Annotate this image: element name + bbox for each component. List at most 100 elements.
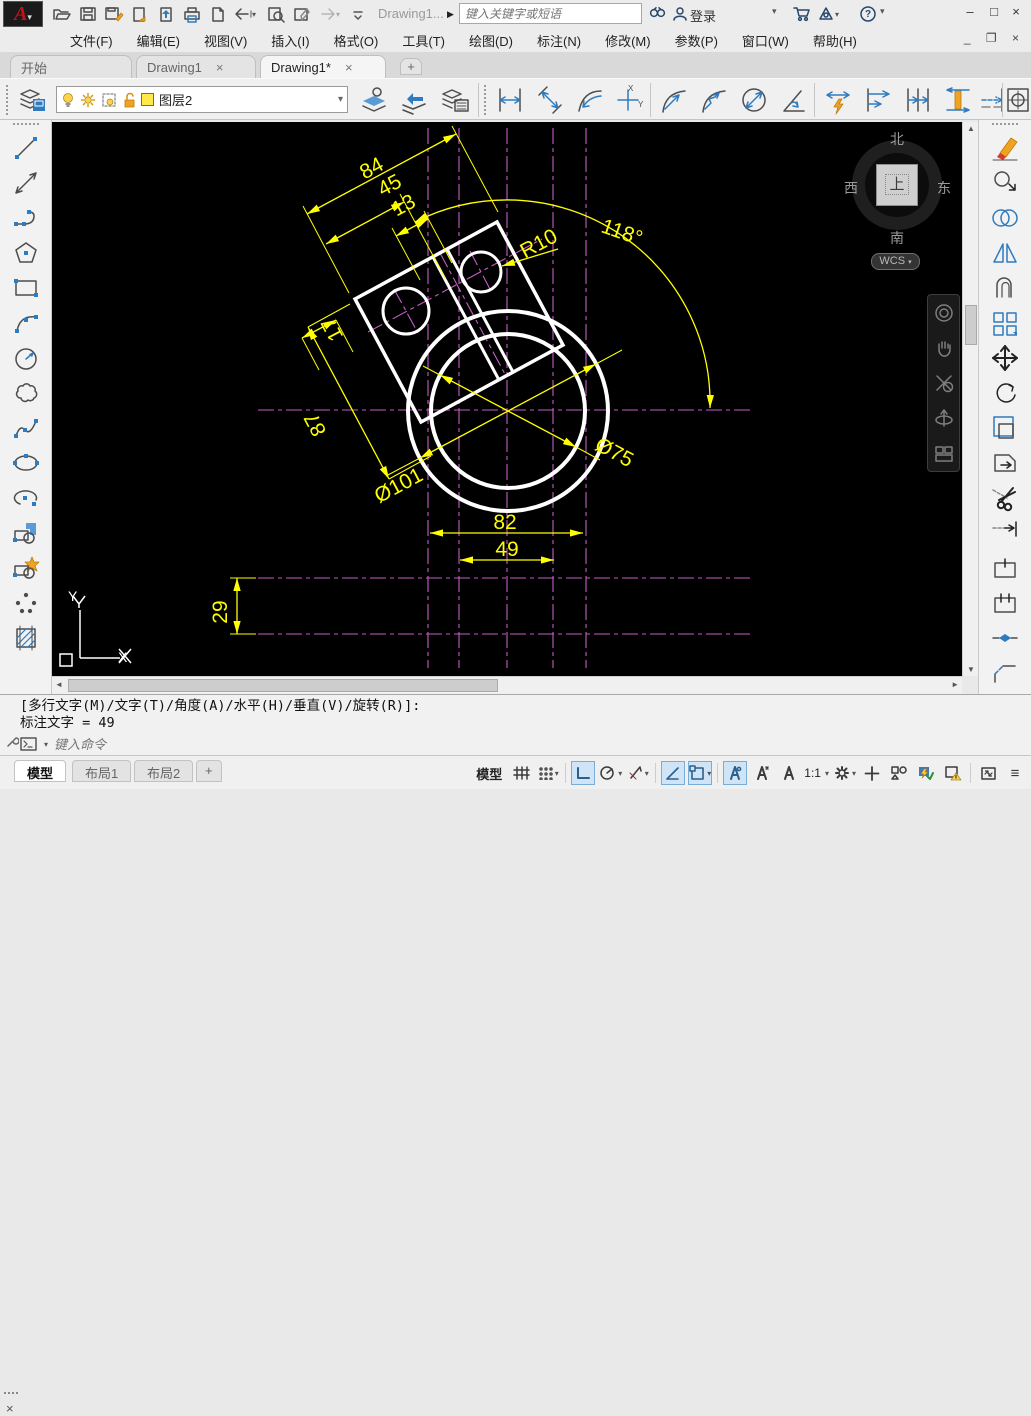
viewcube-south[interactable]: 南 <box>890 228 904 248</box>
new-tab-button[interactable]: + <box>400 58 422 75</box>
scale-tool[interactable] <box>985 411 1025 445</box>
rotate-tool[interactable] <box>985 376 1025 410</box>
toolbar-grip[interactable] <box>992 123 1018 128</box>
dim-continue-button[interactable] <box>900 81 936 119</box>
preview-button[interactable] <box>264 2 288 26</box>
chevron-down-icon[interactable]: ▾ <box>825 769 829 778</box>
export-button[interactable] <box>128 2 152 26</box>
grid-toggle[interactable] <box>509 761 533 785</box>
horizontal-scrollbar[interactable]: ◄ ► <box>52 676 962 694</box>
spline-tool[interactable] <box>6 411 46 445</box>
make-object-layer-current-button[interactable] <box>356 81 392 119</box>
menu-dimension[interactable]: 标注(N) <box>525 28 593 53</box>
user-icon[interactable] <box>668 2 692 26</box>
make-block-tool[interactable] <box>6 551 46 585</box>
app-logo-button[interactable]: A▾ <box>3 1 43 27</box>
arc-tool[interactable] <box>6 306 46 340</box>
menu-edit[interactable]: 编辑(E) <box>125 28 192 53</box>
move-tool[interactable] <box>985 341 1025 375</box>
layer-dropdown[interactable]: 图层2 ▾ <box>56 86 348 113</box>
polar-tracking-toggle[interactable]: ▾ <box>598 761 623 785</box>
a360-icon[interactable]: ▾ <box>816 2 840 26</box>
annotation-scale-icon[interactable] <box>777 761 801 785</box>
vertical-scroll-thumb[interactable] <box>965 305 977 345</box>
navigation-wheel-icon[interactable] <box>933 302 955 324</box>
cart-icon[interactable] <box>790 2 814 26</box>
crosshair-button[interactable] <box>860 761 884 785</box>
print-button[interactable] <box>180 2 204 26</box>
construction-line-tool[interactable] <box>6 166 46 200</box>
dim-radius-button[interactable] <box>656 81 692 119</box>
redo-button[interactable]: ▾ <box>316 2 340 26</box>
customization-menu-button[interactable]: ≡ <box>1003 761 1027 785</box>
wcs-dropdown[interactable]: WCS ▾ <box>871 253 920 270</box>
polygon-tool[interactable] <box>6 236 46 270</box>
break-tool[interactable] <box>985 586 1025 620</box>
mirror-tool[interactable] <box>985 236 1025 270</box>
object-snap-toggle[interactable]: ▾ <box>688 761 712 785</box>
dim-spacing-button[interactable] <box>940 81 976 119</box>
offset-circles-tool[interactable] <box>985 201 1025 235</box>
point-tool[interactable] <box>6 586 46 620</box>
model-tab[interactable]: 模型 <box>14 760 66 782</box>
layer-previous-button[interactable] <box>396 81 432 119</box>
dim-ordinate-button[interactable]: XY <box>612 81 648 119</box>
close-icon[interactable]: × <box>6 1401 14 1416</box>
clean-screen-button[interactable] <box>976 761 1000 785</box>
chevron-down-icon[interactable]: ▾ <box>645 769 649 778</box>
menu-tools[interactable]: 工具(T) <box>390 28 457 53</box>
viewcube-north[interactable]: 北 <box>890 129 904 149</box>
vertical-scrollbar[interactable]: ▲ ▼ <box>962 122 978 676</box>
dim-quick-button[interactable] <box>820 81 856 119</box>
drawing-canvas[interactable]: 84 45 13 R10 118° 17 87 Ø101 Ø75 82 49 2… <box>52 122 962 676</box>
erase-tool[interactable] <box>985 131 1025 165</box>
chevron-down-icon[interactable]: ▾ <box>772 6 777 17</box>
layout1-tab[interactable]: 布局1 <box>72 760 131 782</box>
menu-view[interactable]: 视图(V) <box>192 28 259 53</box>
zoom-extents-icon[interactable] <box>933 372 955 394</box>
horizontal-scroll-thumb[interactable] <box>68 679 498 692</box>
tab-start[interactable]: 开始 <box>10 55 132 78</box>
showmotion-icon[interactable] <box>933 442 955 464</box>
menu-format[interactable]: 格式(O) <box>322 28 391 53</box>
dim-centermark-button[interactable] <box>1005 81 1031 119</box>
viewcube-top-face[interactable]: 上 <box>876 164 918 206</box>
chamfer-tool[interactable] <box>985 656 1025 690</box>
dim-jogged-button[interactable] <box>696 81 732 119</box>
menu-modify[interactable]: 修改(M) <box>593 28 663 53</box>
circle-tool[interactable] <box>6 341 46 375</box>
isodraft-toggle[interactable]: ▾ <box>626 761 650 785</box>
toolbar-grip[interactable] <box>13 123 39 128</box>
ortho-toggle[interactable] <box>571 761 595 785</box>
annotation-scale-value[interactable]: 1:1 <box>804 766 821 780</box>
construction-lines[interactable] <box>258 128 750 668</box>
qat-customize-button[interactable] <box>346 2 370 26</box>
close-icon[interactable]: × <box>345 60 353 75</box>
copy-tool[interactable] <box>985 166 1025 200</box>
play-icon[interactable]: ▶ <box>447 9 454 20</box>
document-window-controls[interactable]: _ ❐ × <box>964 31 1025 45</box>
scroll-up-icon[interactable]: ▲ <box>967 124 975 133</box>
graphics-performance-button[interactable] <box>914 761 938 785</box>
annotation-autoscale-toggle[interactable] <box>750 761 774 785</box>
offset-tool[interactable] <box>985 271 1025 305</box>
viewcube-east[interactable]: 东 <box>937 178 951 198</box>
model-space-toggle[interactable]: 模型 <box>472 764 506 783</box>
markup-button[interactable] <box>290 2 314 26</box>
viewcube[interactable]: 上 北 南 西 东 <box>845 132 949 242</box>
search-input[interactable] <box>459 3 642 24</box>
dimensions[interactable] <box>230 126 710 634</box>
workspace-gear-button[interactable]: ▾ <box>832 761 857 785</box>
maximize-button[interactable]: □ <box>985 4 1003 22</box>
break-at-point-tool[interactable] <box>985 551 1025 585</box>
dim-baseline-button[interactable] <box>860 81 896 119</box>
help-icon[interactable]: ? <box>856 2 880 26</box>
toolbar-grip[interactable] <box>484 85 491 115</box>
ellipse-arc-tool[interactable] <box>6 481 46 515</box>
dim-angular-button[interactable] <box>776 81 812 119</box>
menu-window[interactable]: 窗口(W) <box>730 28 801 53</box>
close-button[interactable]: × <box>1007 4 1025 22</box>
toolbar-grip[interactable] <box>6 85 13 115</box>
hatch-tool[interactable] <box>6 621 46 655</box>
chevron-down-icon[interactable]: ▾ <box>880 6 885 17</box>
